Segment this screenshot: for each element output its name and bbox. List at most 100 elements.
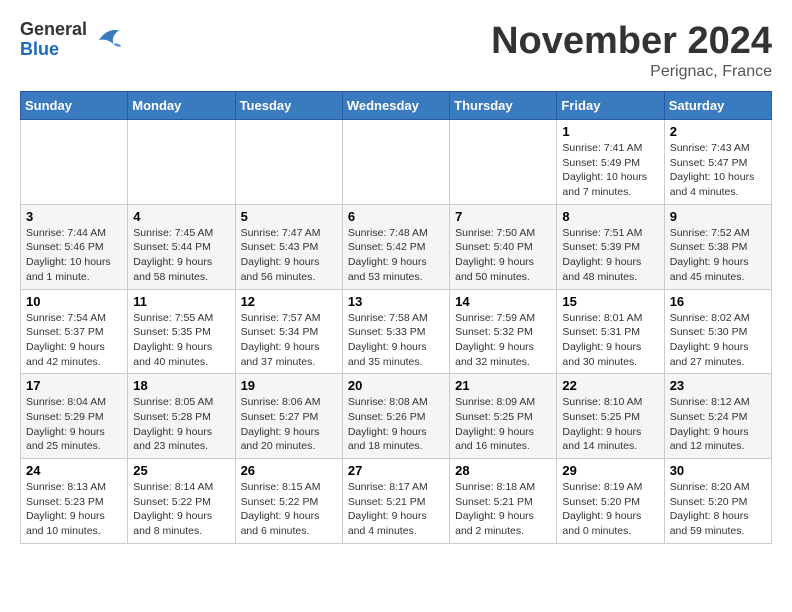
- calendar-cell: 16 Sunrise: 8:02 AM Sunset: 5:30 PM Dayli…: [664, 289, 771, 374]
- day-info: Sunrise: 8:13 AM Sunset: 5:23 PM Dayligh…: [26, 480, 122, 539]
- page-title: November 2024: [491, 20, 772, 63]
- day-number: 22: [562, 378, 658, 393]
- day-info: Sunrise: 8:02 AM Sunset: 5:30 PM Dayligh…: [670, 311, 766, 370]
- calendar-week-row: 17Sunrise: 8:04 AM Sunset: 5:29 PM Dayli…: [21, 374, 772, 459]
- day-number: 3: [26, 209, 122, 224]
- day-info: Sunrise: 8:06 AM Sunset: 5:27 PM Dayligh…: [241, 395, 337, 454]
- calendar-week-row: 1 Sunrise: 7:41 AM Sunset: 5:49 PM Daylig…: [21, 120, 772, 205]
- day-number: 19: [241, 378, 337, 393]
- day-info: Sunrise: 7:43 AM Sunset: 5:47 PM Dayligh…: [670, 141, 766, 200]
- calendar-week-row: 3 Sunrise: 7:44 AM Sunset: 5:46 PM Daylig…: [21, 204, 772, 289]
- day-header-tuesday: Tuesday: [235, 92, 342, 120]
- title-area: November 2024 Perignac, France: [491, 20, 772, 81]
- day-number: 7: [455, 209, 551, 224]
- logo-text: General Blue: [20, 20, 87, 60]
- calendar-cell: [342, 120, 449, 205]
- day-info: Sunrise: 7:44 AM Sunset: 5:46 PM Dayligh…: [26, 226, 122, 285]
- day-header-friday: Friday: [557, 92, 664, 120]
- location-label: Perignac, France: [491, 63, 772, 81]
- calendar-cell: 8Sunrise: 7:51 AM Sunset: 5:39 PM Daylig…: [557, 204, 664, 289]
- day-number: 10: [26, 294, 122, 309]
- day-number: 25: [133, 463, 229, 478]
- day-number: 1: [562, 124, 658, 139]
- day-number: 28: [455, 463, 551, 478]
- calendar-cell: 25Sunrise: 8:14 AM Sunset: 5:22 PM Dayli…: [128, 459, 235, 544]
- day-info: Sunrise: 7:41 AM Sunset: 5:49 PM Dayligh…: [562, 141, 658, 200]
- calendar-cell: 1 Sunrise: 7:41 AM Sunset: 5:49 PM Daylig…: [557, 120, 664, 205]
- day-number: 29: [562, 463, 658, 478]
- day-info: Sunrise: 8:10 AM Sunset: 5:25 PM Dayligh…: [562, 395, 658, 454]
- day-number: 5: [241, 209, 337, 224]
- day-number: 23: [670, 378, 766, 393]
- logo-bird-icon: [91, 24, 123, 56]
- day-info: Sunrise: 8:17 AM Sunset: 5:21 PM Dayligh…: [348, 480, 444, 539]
- calendar-header-row: SundayMondayTuesdayWednesdayThursdayFrid…: [21, 92, 772, 120]
- calendar-cell: [450, 120, 557, 205]
- calendar-cell: 24 Sunrise: 8:13 AM Sunset: 5:23 PM Dayli…: [21, 459, 128, 544]
- day-number: 24: [26, 463, 122, 478]
- day-info: Sunrise: 7:50 AM Sunset: 5:40 PM Dayligh…: [455, 226, 551, 285]
- calendar-cell: 20 Sunrise: 8:08 AM Sunset: 5:26 PM Dayli…: [342, 374, 449, 459]
- calendar-cell: 11 Sunrise: 7:55 AM Sunset: 5:35 PM Dayli…: [128, 289, 235, 374]
- day-info: Sunrise: 7:58 AM Sunset: 5:33 PM Dayligh…: [348, 311, 444, 370]
- calendar-cell: 22 Sunrise: 8:10 AM Sunset: 5:25 PM Dayli…: [557, 374, 664, 459]
- day-number: 21: [455, 378, 551, 393]
- calendar-table: SundayMondayTuesdayWednesdayThursdayFrid…: [20, 91, 772, 544]
- day-number: 20: [348, 378, 444, 393]
- day-number: 15: [562, 294, 658, 309]
- day-info: Sunrise: 7:51 AM Sunset: 5:39 PM Dayligh…: [562, 226, 658, 285]
- day-info: Sunrise: 8:01 AM Sunset: 5:31 PM Dayligh…: [562, 311, 658, 370]
- calendar-cell: 5 Sunrise: 7:47 AM Sunset: 5:43 PM Daylig…: [235, 204, 342, 289]
- logo-blue: Blue: [20, 40, 87, 60]
- day-info: Sunrise: 7:47 AM Sunset: 5:43 PM Dayligh…: [241, 226, 337, 285]
- calendar-week-row: 24 Sunrise: 8:13 AM Sunset: 5:23 PM Dayli…: [21, 459, 772, 544]
- calendar-cell: 26Sunrise: 8:15 AM Sunset: 5:22 PM Dayli…: [235, 459, 342, 544]
- day-info: Sunrise: 8:20 AM Sunset: 5:20 PM Dayligh…: [670, 480, 766, 539]
- day-info: Sunrise: 8:08 AM Sunset: 5:26 PM Dayligh…: [348, 395, 444, 454]
- day-number: 26: [241, 463, 337, 478]
- day-number: 17: [26, 378, 122, 393]
- day-info: Sunrise: 8:05 AM Sunset: 5:28 PM Dayligh…: [133, 395, 229, 454]
- day-info: Sunrise: 8:09 AM Sunset: 5:25 PM Dayligh…: [455, 395, 551, 454]
- calendar-cell: 28 Sunrise: 8:18 AM Sunset: 5:21 PM Dayli…: [450, 459, 557, 544]
- day-number: 11: [133, 294, 229, 309]
- day-header-thursday: Thursday: [450, 92, 557, 120]
- day-info: Sunrise: 7:52 AM Sunset: 5:38 PM Dayligh…: [670, 226, 766, 285]
- day-header-sunday: Sunday: [21, 92, 128, 120]
- calendar-cell: 13 Sunrise: 7:58 AM Sunset: 5:33 PM Dayli…: [342, 289, 449, 374]
- day-info: Sunrise: 7:48 AM Sunset: 5:42 PM Dayligh…: [348, 226, 444, 285]
- calendar-week-row: 10Sunrise: 7:54 AM Sunset: 5:37 PM Dayli…: [21, 289, 772, 374]
- calendar-cell: 23 Sunrise: 8:12 AM Sunset: 5:24 PM Dayli…: [664, 374, 771, 459]
- calendar-cell: 3 Sunrise: 7:44 AM Sunset: 5:46 PM Daylig…: [21, 204, 128, 289]
- day-info: Sunrise: 8:12 AM Sunset: 5:24 PM Dayligh…: [670, 395, 766, 454]
- day-number: 4: [133, 209, 229, 224]
- day-number: 16: [670, 294, 766, 309]
- calendar-cell: 29 Sunrise: 8:19 AM Sunset: 5:20 PM Dayli…: [557, 459, 664, 544]
- day-number: 27: [348, 463, 444, 478]
- calendar-cell: 4Sunrise: 7:45 AM Sunset: 5:44 PM Daylig…: [128, 204, 235, 289]
- calendar-cell: 27 Sunrise: 8:17 AM Sunset: 5:21 PM Dayli…: [342, 459, 449, 544]
- day-header-wednesday: Wednesday: [342, 92, 449, 120]
- day-number: 30: [670, 463, 766, 478]
- day-info: Sunrise: 7:55 AM Sunset: 5:35 PM Dayligh…: [133, 311, 229, 370]
- day-number: 13: [348, 294, 444, 309]
- calendar-cell: 6 Sunrise: 7:48 AM Sunset: 5:42 PM Daylig…: [342, 204, 449, 289]
- calendar-cell: 2Sunrise: 7:43 AM Sunset: 5:47 PM Daylig…: [664, 120, 771, 205]
- day-info: Sunrise: 8:19 AM Sunset: 5:20 PM Dayligh…: [562, 480, 658, 539]
- calendar-cell: [128, 120, 235, 205]
- day-number: 12: [241, 294, 337, 309]
- calendar-cell: 12Sunrise: 7:57 AM Sunset: 5:34 PM Dayli…: [235, 289, 342, 374]
- calendar-cell: 30 Sunrise: 8:20 AM Sunset: 5:20 PM Dayli…: [664, 459, 771, 544]
- day-number: 6: [348, 209, 444, 224]
- day-header-monday: Monday: [128, 92, 235, 120]
- day-number: 9: [670, 209, 766, 224]
- calendar-cell: 15 Sunrise: 8:01 AM Sunset: 5:31 PM Dayli…: [557, 289, 664, 374]
- calendar-cell: [235, 120, 342, 205]
- calendar-cell: 9 Sunrise: 7:52 AM Sunset: 5:38 PM Daylig…: [664, 204, 771, 289]
- calendar-cell: 14Sunrise: 7:59 AM Sunset: 5:32 PM Dayli…: [450, 289, 557, 374]
- day-info: Sunrise: 8:18 AM Sunset: 5:21 PM Dayligh…: [455, 480, 551, 539]
- day-header-saturday: Saturday: [664, 92, 771, 120]
- calendar-cell: 10Sunrise: 7:54 AM Sunset: 5:37 PM Dayli…: [21, 289, 128, 374]
- calendar-cell: 21 Sunrise: 8:09 AM Sunset: 5:25 PM Dayli…: [450, 374, 557, 459]
- day-info: Sunrise: 7:59 AM Sunset: 5:32 PM Dayligh…: [455, 311, 551, 370]
